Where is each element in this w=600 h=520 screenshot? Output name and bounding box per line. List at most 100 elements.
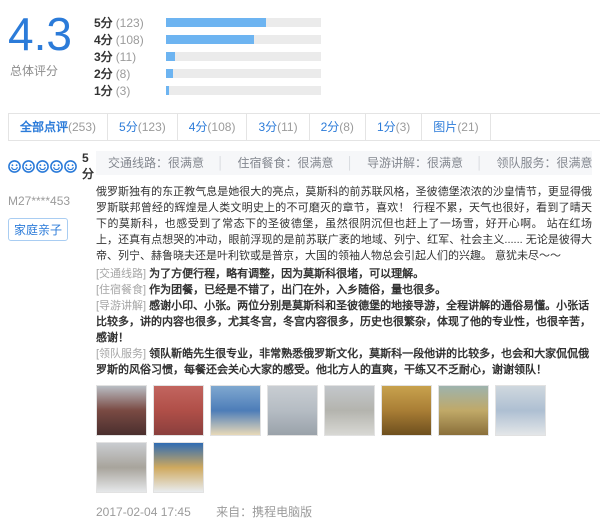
rating-bar-row: 5分(123) bbox=[94, 14, 321, 31]
rating-bar-track bbox=[166, 35, 321, 44]
rating-summary: 4.3 总体评分 5分(123)4分(108)3分(11)2分(8)1分(3) bbox=[8, 8, 600, 99]
review-date: 2017-02-04 17:45 bbox=[96, 505, 191, 519]
review-score-label: 5分 bbox=[82, 151, 96, 182]
review-item: 5分 M27****453 家庭亲子 交通线路：很满意 │ 住宿餐食：很满意 │ 导游讲… bbox=[8, 151, 600, 520]
tab-label: 4分 bbox=[189, 120, 208, 134]
review-filter-tabs: 全部点评(253)5分(123)4分(108)3分(11)2分(8)1分(3)图… bbox=[8, 113, 600, 141]
photo-palace-hall-interior[interactable] bbox=[438, 385, 489, 436]
rating-bar-count: (123) bbox=[116, 16, 152, 30]
rating-bar-count: (11) bbox=[116, 50, 152, 64]
photo-snowy-embankment[interactable] bbox=[96, 442, 147, 493]
review-section-住宿餐食: [住宿餐食] 作为团餐，已经是不错了，出门在外，入乡随俗，量也很多。 bbox=[96, 282, 592, 298]
sub-ratings-strip: 交通线路：很满意 │ 住宿餐食：很满意 │ 导游讲解：很满意 │ 领队服务：很满意 bbox=[96, 151, 592, 175]
section-text: 感谢小印、小张。两位分别是莫斯科和圣彼德堡的地接导游，全程讲解的通俗易懂。小张话… bbox=[96, 300, 591, 344]
rating-bar-count: (8) bbox=[116, 67, 152, 81]
rating-bar-fill bbox=[166, 52, 175, 61]
tab-label: 图片 bbox=[433, 120, 457, 134]
rating-bar-label: 1分 bbox=[94, 82, 113, 99]
review-section-领队服务: [领队服务] 领队靳皓先生很专业，非常熟悉俄罗斯文化，莫斯科一段他讲的比较多，也… bbox=[96, 346, 592, 378]
rating-bar-label: 3分 bbox=[94, 48, 113, 65]
rating-bar-track bbox=[166, 86, 321, 95]
rating-bar-fill bbox=[166, 18, 267, 27]
review-page: 4.3 总体评分 5分(123)4分(108)3分(11)2分(8)1分(3) … bbox=[0, 0, 600, 520]
photo-st-basils-cathedral[interactable] bbox=[96, 385, 147, 436]
section-text: 为了方便行程，略有调整，因为莫斯科很堵，可以理解。 bbox=[149, 268, 424, 280]
tab-2分[interactable]: 2分(8) bbox=[310, 114, 366, 140]
review-footer: 2017-02-04 17:45 来自：携程电脑版 bbox=[96, 503, 592, 520]
strip-separator: │ bbox=[476, 156, 484, 170]
tab-count: (3) bbox=[396, 120, 411, 134]
smiley-face-icon bbox=[36, 160, 49, 173]
tab-label: 1分 bbox=[377, 120, 396, 134]
tab-图片[interactable]: 图片(21) bbox=[422, 114, 490, 140]
photo-catherine-palace-snow[interactable] bbox=[495, 385, 546, 436]
review-photos bbox=[96, 385, 592, 499]
section-text: 作为团餐，已经是不错了，出门在外，入乡随俗，量也很多。 bbox=[149, 284, 446, 296]
review-sections: [交通线路] 为了方便行程，略有调整，因为莫斯科很堵，可以理解。[住宿餐食] 作… bbox=[96, 266, 592, 378]
tab-3分[interactable]: 3分(11) bbox=[247, 114, 309, 140]
tab-count: (21) bbox=[457, 120, 478, 134]
section-text: 领队靳皓先生很专业，非常熟悉俄罗斯文化，莫斯科一段他讲的比较多，也会和大家侃侃俄… bbox=[96, 348, 589, 376]
smiley-face-icon bbox=[8, 160, 21, 173]
reviewer-column: 5分 M27****453 家庭亲子 bbox=[8, 151, 96, 520]
reviewer-badge: 家庭亲子 bbox=[8, 218, 68, 241]
tab-count: (253) bbox=[68, 120, 96, 134]
rating-bar-track bbox=[166, 18, 321, 27]
rating-bar-count: (3) bbox=[116, 84, 152, 98]
sub-rating-交通线路: 交通线路：很满意 bbox=[108, 156, 204, 170]
rating-bar-label: 5分 bbox=[94, 14, 113, 31]
photo-frozen-river[interactable] bbox=[267, 385, 318, 436]
smiley-face-icon bbox=[22, 160, 35, 173]
sub-rating-住宿餐食: 住宿餐食：很满意 bbox=[238, 156, 334, 170]
smiley-face-icon bbox=[50, 160, 63, 173]
rating-bar-fill bbox=[166, 86, 169, 95]
rating-bar-track bbox=[166, 52, 321, 61]
sub-rating-领队服务: 领队服务：很满意 bbox=[497, 156, 592, 170]
tab-4分[interactable]: 4分(108) bbox=[178, 114, 248, 140]
overall-score-label: 总体评分 bbox=[8, 62, 94, 79]
strip-separator: │ bbox=[347, 156, 355, 170]
tab-label: 2分 bbox=[321, 120, 340, 134]
sub-rating-导游讲解: 导游讲解：很满意 bbox=[367, 156, 463, 170]
photo-christ-saviour-cathedral[interactable] bbox=[210, 385, 261, 436]
review-score-row: 5分 bbox=[8, 151, 96, 182]
overall-score: 4.3 bbox=[8, 10, 94, 58]
review-content: 俄罗斯独有的东正教气息是她很大的亮点，莫斯科的前苏联风格，圣彼德堡浓浓的沙皇情节… bbox=[96, 184, 592, 264]
section-label: [住宿餐食] bbox=[96, 284, 149, 296]
overall-score-block: 4.3 总体评分 bbox=[8, 8, 94, 79]
photo-historical-museum-statue[interactable] bbox=[153, 385, 204, 436]
tab-5分[interactable]: 5分(123) bbox=[108, 114, 178, 140]
tab-label: 3分 bbox=[258, 120, 277, 134]
section-label: [导游讲解] bbox=[96, 300, 149, 312]
rating-bar-label: 2分 bbox=[94, 65, 113, 82]
smiley-face-icon bbox=[64, 160, 77, 173]
section-label: [领队服务] bbox=[96, 348, 149, 360]
tab-count: (11) bbox=[277, 120, 297, 134]
strip-separator: │ bbox=[217, 156, 225, 170]
rating-bars: 5分(123)4分(108)3分(11)2分(8)1分(3) bbox=[94, 8, 321, 99]
smiley-rating-icons bbox=[8, 160, 78, 173]
tab-count: (123) bbox=[138, 120, 166, 134]
tab-全部点评[interactable]: 全部点评(253) bbox=[8, 114, 108, 140]
rating-bar-row: 1分(3) bbox=[94, 82, 321, 99]
rating-bar-row: 4分(108) bbox=[94, 31, 321, 48]
rating-bar-fill bbox=[166, 69, 173, 78]
reviewer-username: M27****453 bbox=[8, 194, 96, 208]
rating-bar-track bbox=[166, 69, 321, 78]
review-source: 来自：携程电脑版 bbox=[216, 505, 312, 519]
rating-bar-row: 2分(8) bbox=[94, 65, 321, 82]
rating-bar-fill bbox=[166, 35, 254, 44]
review-body: 交通线路：很满意 │ 住宿餐食：很满意 │ 导游讲解：很满意 │ 领队服务：很满意 俄罗斯独… bbox=[96, 151, 600, 520]
photo-snowy-square[interactable] bbox=[324, 385, 375, 436]
rating-bar-label: 4分 bbox=[94, 31, 113, 48]
rating-bar-row: 3分(11) bbox=[94, 48, 321, 65]
review-section-导游讲解: [导游讲解] 感谢小印、小张。两位分别是莫斯科和圣彼德堡的地接导游，全程讲解的通… bbox=[96, 298, 592, 346]
tab-1分[interactable]: 1分(3) bbox=[366, 114, 422, 140]
photo-golden-church-interior[interactable] bbox=[381, 385, 432, 436]
rating-bar-count: (108) bbox=[116, 33, 152, 47]
tab-label: 5分 bbox=[119, 120, 138, 134]
photo-winter-palace-blue-sky[interactable] bbox=[153, 442, 204, 493]
tab-count: (8) bbox=[339, 120, 354, 134]
tab-count: (108) bbox=[207, 120, 235, 134]
tab-label: 全部点评 bbox=[20, 120, 68, 134]
